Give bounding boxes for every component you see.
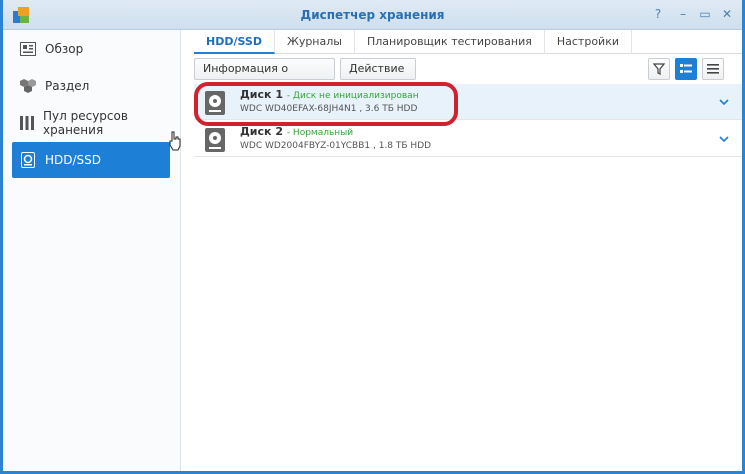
maximize-button[interactable]: ▭ <box>698 7 712 21</box>
tab-test-scheduler[interactable]: Планировщик тестирования <box>355 30 545 54</box>
overview-icon <box>19 40 37 58</box>
tab-settings[interactable]: Настройки <box>545 30 632 54</box>
storage-pool-icon <box>19 114 35 132</box>
window-title: Диспетчер хранения <box>300 8 445 22</box>
hand-cursor-icon <box>169 131 181 151</box>
close-button[interactable]: ✕ <box>720 7 734 21</box>
action-button[interactable]: Действие ▾ <box>340 58 416 94</box>
volume-icon <box>19 77 37 95</box>
sidebar-item-label: HDD/SSD <box>45 153 102 167</box>
tab-hdd-ssd[interactable]: HDD/SSD <box>194 30 275 54</box>
help-button[interactable]: ? <box>651 7 665 21</box>
list-icon <box>707 64 719 74</box>
hdd-icon <box>205 128 225 152</box>
hdd-icon <box>19 151 37 169</box>
main-panel: HDD/SSD Журналы Планировщик тестирования… <box>182 30 742 471</box>
disk-detail: WDC WD2004FBYZ-01YCBB1 , 1.8 ТБ HDD <box>240 141 432 151</box>
title-bar: Диспетчер хранения ? – ▭ ✕ <box>3 0 742 30</box>
chevron-down-icon[interactable] <box>718 133 730 145</box>
health-info-button[interactable]: Информация о состоянии <box>194 58 335 95</box>
hdd-icon <box>205 91 225 115</box>
filter-icon <box>653 63 665 75</box>
toolbar: Информация о состоянии Действие ▾ <box>194 58 730 95</box>
tab-logs[interactable]: Журналы <box>275 30 355 54</box>
sidebar: Обзор Раздел Пул ресурсов хранения HDD/S… <box>3 30 181 471</box>
storage-manager-window: Диспетчер хранения ? – ▭ ✕ Обзор Раздел … <box>0 0 745 474</box>
disk-name: Диск 2 - Нормальный <box>240 125 353 138</box>
disk-status: - Диск не инициализирован <box>286 91 419 101</box>
tab-bar: HDD/SSD Журналы Планировщик тестирования… <box>194 30 742 54</box>
sidebar-item-label: Обзор <box>45 42 84 56</box>
disk-detail: WDC WD40EFAX-68JH4N1 , 3.6 ТБ HDD <box>240 104 418 114</box>
disk-row-1[interactable]: Диск 1 - Диск не инициализирован WDC WD4… <box>194 84 742 120</box>
sidebar-item-label: Пул ресурсов хранения <box>43 109 128 137</box>
disk-status: - Нормальный <box>286 128 354 138</box>
detail-view-button[interactable] <box>675 58 697 80</box>
sidebar-item-label: Раздел <box>45 79 90 93</box>
disk-title: Диск 2 <box>240 125 283 138</box>
sidebar-item-overview[interactable]: Обзор <box>12 32 170 66</box>
filter-button[interactable] <box>648 58 670 80</box>
chevron-down-icon[interactable] <box>718 96 730 108</box>
sidebar-item-storage-pool[interactable]: Пул ресурсов хранения <box>12 106 170 140</box>
list-view-button[interactable] <box>702 58 724 80</box>
action-button-label: Действие <box>349 62 405 75</box>
detail-list-icon <box>680 64 692 73</box>
sidebar-item-volume[interactable]: Раздел <box>12 69 170 103</box>
disk-row-2[interactable]: Диск 2 - Нормальный WDC WD2004FBYZ-01YCB… <box>194 121 742 157</box>
disk-title: Диск 1 <box>240 88 283 101</box>
sidebar-item-hdd-ssd[interactable]: HDD/SSD <box>12 142 170 178</box>
disk-name: Диск 1 - Диск не инициализирован <box>240 88 419 101</box>
minimize-button[interactable]: – <box>676 7 690 21</box>
